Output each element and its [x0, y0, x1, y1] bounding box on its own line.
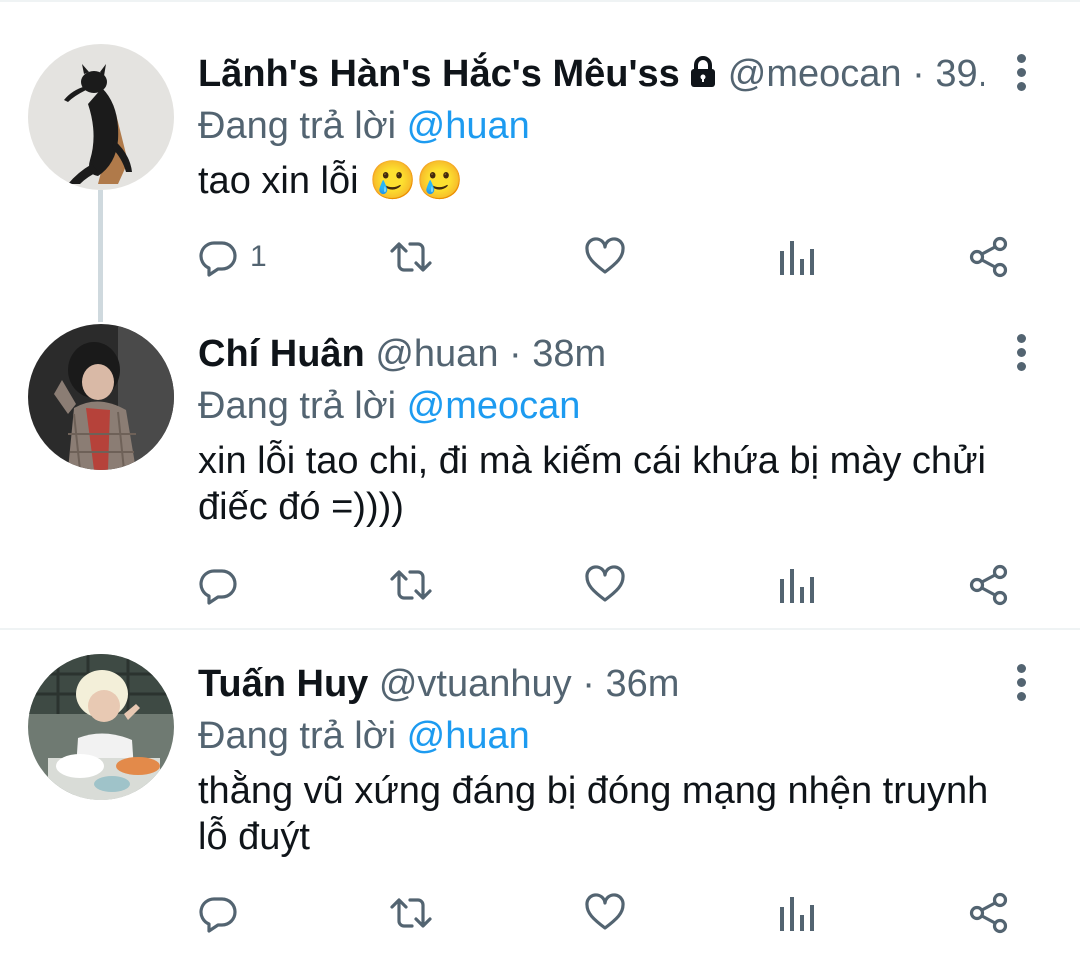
retweet-button[interactable]: [388, 232, 434, 282]
mention-link[interactable]: @huan: [407, 715, 530, 757]
replying-prefix: Đang trả lời: [198, 105, 397, 147]
more-icon[interactable]: [1006, 50, 1036, 96]
user-handle: @huan: [375, 333, 499, 375]
reply-count: 1: [250, 240, 267, 273]
replying-to: Đang trả lời @huan: [198, 96, 530, 156]
share-icon: [969, 564, 1008, 606]
top-divider: [0, 0, 1080, 2]
reply-icon: [199, 569, 237, 605]
like-button[interactable]: [584, 560, 626, 610]
avatar[interactable]: [28, 654, 174, 800]
like-button[interactable]: [584, 232, 626, 282]
retweet-icon: [390, 242, 432, 272]
tweet-header: Tuấn Huy @vtuanhuy · 36m: [198, 654, 984, 714]
black-cat-avatar-image: [28, 44, 174, 190]
like-button[interactable]: [584, 888, 626, 938]
timestamp[interactable]: 39...: [935, 53, 984, 95]
analytics-button[interactable]: [778, 232, 814, 282]
analytics-button[interactable]: [778, 888, 814, 938]
share-icon: [969, 236, 1008, 278]
separator-dot: ·: [509, 333, 522, 375]
mention-link[interactable]: @meocan: [407, 385, 581, 427]
timestamp[interactable]: 38m: [532, 333, 606, 375]
display-name[interactable]: Lãnh's Hàn's Hắc's Mêu'ss: [198, 53, 680, 95]
share-icon: [969, 892, 1008, 934]
analytics-button[interactable]: [778, 560, 814, 610]
analytics-icon: [780, 569, 814, 603]
share-button[interactable]: [968, 888, 1010, 938]
reply-button[interactable]: [198, 888, 250, 938]
share-button[interactable]: [968, 232, 1010, 282]
retweet-button[interactable]: [388, 888, 434, 938]
tweet-text: tao xin lỗi 🥲🥲: [198, 160, 464, 202]
tweet-text: thằng vũ xứng đáng bị đóng mạng nhện tru…: [198, 770, 989, 858]
timestamp[interactable]: 36m: [605, 663, 679, 705]
reply-button[interactable]: [198, 560, 250, 610]
retweet-icon: [390, 570, 432, 600]
blond-person-eating-avatar-image: [28, 654, 174, 800]
tweet-header: Lãnh's Hàn's Hắc's Mêu'ss @meocan · 39...: [198, 44, 984, 104]
action-bar: [198, 560, 1018, 610]
reply-button[interactable]: 1: [198, 232, 267, 282]
like-icon: [585, 237, 625, 274]
display-name[interactable]: Chí Huân: [198, 333, 365, 375]
user-handle: @vtuanhuy: [378, 663, 572, 705]
display-name[interactable]: Tuấn Huy: [198, 663, 368, 705]
user-handle: @meocan: [727, 53, 902, 95]
separator-dot: ·: [912, 53, 925, 95]
like-icon: [585, 893, 625, 930]
reply-icon: [199, 897, 237, 933]
avatar[interactable]: [28, 324, 174, 470]
replying-to: Đang trả lời @huan: [198, 706, 530, 766]
tweet-2[interactable]: Chí Huân @huan · 38m Đang trả lời @meoca…: [0, 324, 1080, 620]
tweet-header: Chí Huân @huan · 38m: [198, 324, 984, 384]
analytics-icon: [780, 897, 814, 931]
more-icon[interactable]: [1006, 330, 1036, 376]
thread-connector: [98, 190, 103, 322]
tweet-text: xin lỗi tao chi, đi mà kiếm cái khứa bị …: [198, 440, 986, 528]
replying-to: Đang trả lời @meocan: [198, 376, 580, 436]
separator-dot: ·: [582, 663, 595, 705]
share-button[interactable]: [968, 560, 1010, 610]
retweet-icon: [390, 898, 432, 928]
tweet-3[interactable]: Tuấn Huy @vtuanhuy · 36m Đang trả lời @h…: [0, 654, 1080, 950]
reply-icon: [199, 241, 237, 277]
mention-link[interactable]: @huan: [407, 105, 530, 147]
tweet-divider: [0, 628, 1080, 630]
more-icon[interactable]: [1006, 660, 1036, 706]
replying-prefix: Đang trả lời: [198, 385, 397, 427]
analytics-icon: [780, 241, 814, 275]
person-plaid-avatar-image: [28, 324, 174, 470]
like-icon: [585, 565, 625, 602]
avatar[interactable]: [28, 44, 174, 190]
tweet-1[interactable]: Lãnh's Hàn's Hắc's Mêu'ss @meocan · 39...…: [0, 44, 1080, 324]
action-bar: 1: [198, 232, 1018, 282]
action-bar: [198, 888, 1018, 938]
retweet-button[interactable]: [388, 560, 434, 610]
lock-icon: [686, 47, 720, 104]
replying-prefix: Đang trả lời: [198, 715, 397, 757]
